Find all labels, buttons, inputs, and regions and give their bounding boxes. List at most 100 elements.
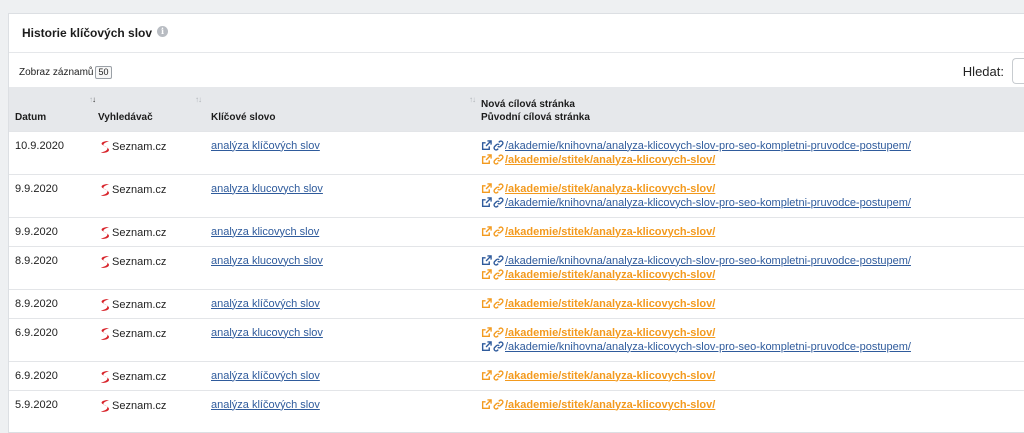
keyword-link[interactable]: analýza klíčových slov bbox=[211, 298, 320, 310]
page-length-label: Zobraz záznamů bbox=[19, 67, 94, 78]
column-header-original-target: Původní cílová stránka bbox=[481, 111, 590, 123]
engine-name: Seznam.cz bbox=[112, 183, 167, 196]
cell-keyword: analýza klíčových slov bbox=[211, 288, 481, 318]
external-link-icon[interactable] bbox=[481, 197, 492, 208]
target-url-link[interactable]: /akademie/knihovna/analyza-klicovych-slo… bbox=[505, 341, 911, 353]
cell-date: 5.9.2020 bbox=[9, 389, 98, 419]
cell-keyword: analýza klíčových slov bbox=[211, 389, 481, 419]
sort-icon[interactable]: ↑↓ bbox=[195, 95, 202, 104]
target-url-link[interactable]: /akademie/knihovna/analyza-klicovych-slo… bbox=[505, 197, 911, 209]
external-link-icon[interactable] bbox=[481, 327, 492, 338]
engine-name: Seznam.cz bbox=[112, 327, 167, 340]
new-target-url: /akademie/knihovna/analyza-klicovych-slo… bbox=[481, 254, 1024, 268]
link-icon[interactable] bbox=[493, 269, 504, 280]
target-url-link[interactable]: /akademie/stitek/analyza-klicovych-slov/ bbox=[505, 226, 715, 238]
target-url-link[interactable]: /akademie/stitek/analyza-klicovych-slov/ bbox=[505, 154, 715, 166]
cell-engine: Seznam.cz bbox=[98, 317, 211, 361]
external-link-icon[interactable] bbox=[481, 269, 492, 280]
keyword-link[interactable]: analýza klíčových slov bbox=[211, 370, 320, 382]
panel-header: Historie klíčových slov i bbox=[9, 14, 1024, 53]
keyword-link[interactable]: analyza klucovych slov bbox=[211, 327, 323, 339]
external-link-icon[interactable] bbox=[481, 399, 492, 410]
cell-keyword: analyza klicovych slov bbox=[211, 216, 481, 246]
cell-date: 9.9.2020 bbox=[9, 216, 98, 246]
external-link-icon[interactable] bbox=[481, 341, 492, 352]
link-icon[interactable] bbox=[493, 197, 504, 208]
keyword-history-panel: Historie klíčových slov i Zobraz záznamů… bbox=[8, 13, 1024, 433]
cell-engine: Seznam.cz bbox=[98, 288, 211, 318]
column-header-target[interactable]: Nová cílová stránka Původní cílová strán… bbox=[481, 87, 1024, 131]
seznam-logo-icon bbox=[100, 298, 110, 311]
target-url-link[interactable]: /akademie/knihovna/analyza-klicovych-slo… bbox=[505, 140, 911, 152]
cell-target-pages: /akademie/stitek/analyza-klicovych-slov/ bbox=[481, 360, 1024, 390]
keyword-link[interactable]: analýza klíčových slov bbox=[211, 399, 320, 411]
target-url-link[interactable]: /akademie/stitek/analyza-klicovych-slov/ bbox=[505, 269, 715, 281]
keyword-link[interactable]: analyza klucovych slov bbox=[211, 183, 323, 195]
table-row: 9.9.2020 Seznam.cz analyza klucovych slov /… bbox=[9, 173, 1024, 217]
table-row: 8.9.2020 Seznam.cz analyza klucovych slov /… bbox=[9, 245, 1024, 289]
external-link-icon[interactable] bbox=[481, 370, 492, 381]
cell-engine: Seznam.cz bbox=[98, 173, 211, 217]
keyword-link[interactable]: analyza klicovych slov bbox=[211, 226, 319, 238]
cell-date: 8.9.2020 bbox=[9, 288, 98, 318]
original-target-url: /akademie/stitek/analyza-klicovych-slov/ bbox=[481, 326, 1024, 340]
original-target-url: /akademie/stitek/analyza-klicovych-slov/ bbox=[481, 153, 1024, 167]
column-header-keyword[interactable]: ↑↓ Klíčové slovo bbox=[211, 87, 481, 131]
column-header-engine[interactable]: ↑↓ Vyhledávač bbox=[98, 87, 211, 131]
table-row: 6.9.2020 Seznam.cz analyza klucovych slov /… bbox=[9, 317, 1024, 361]
link-icon[interactable] bbox=[493, 226, 504, 237]
target-url-link[interactable]: /akademie/stitek/analyza-klicovych-slov/ bbox=[505, 399, 715, 411]
sort-icon[interactable]: ↑↓ bbox=[469, 95, 476, 104]
sort-icon[interactable]: ↑↓ bbox=[89, 95, 96, 104]
cell-target-pages: /akademie/stitek/analyza-klicovych-slov/… bbox=[481, 173, 1024, 217]
column-header-new-target: Nová cílová stránka bbox=[481, 98, 575, 110]
link-icon[interactable] bbox=[493, 154, 504, 165]
table-controls: Zobraz záznamů 50 Hledat: bbox=[9, 53, 1024, 87]
external-link-icon[interactable] bbox=[481, 226, 492, 237]
info-icon[interactable]: i bbox=[157, 25, 169, 37]
target-url-link[interactable]: /akademie/stitek/analyza-klicovych-slov/ bbox=[505, 327, 715, 339]
panel-title: Historie klíčových slov bbox=[22, 26, 153, 40]
keyword-link[interactable]: analýza klíčových slov bbox=[211, 140, 320, 152]
cell-engine: Seznam.cz bbox=[98, 360, 211, 390]
column-header-date[interactable]: ↑↓ Datum bbox=[9, 87, 98, 131]
target-url-link[interactable]: /akademie/stitek/analyza-klicovych-slov/ bbox=[505, 183, 715, 195]
external-link-icon[interactable] bbox=[481, 140, 492, 151]
external-link-icon[interactable] bbox=[481, 255, 492, 266]
seznam-logo-icon bbox=[100, 140, 110, 153]
link-icon[interactable] bbox=[493, 183, 504, 194]
external-link-icon[interactable] bbox=[481, 154, 492, 165]
engine-name: Seznam.cz bbox=[112, 255, 167, 268]
link-icon[interactable] bbox=[493, 370, 504, 381]
cell-engine: Seznam.cz bbox=[98, 389, 211, 419]
link-icon[interactable] bbox=[493, 327, 504, 338]
cell-keyword: analyza klucovych slov bbox=[211, 245, 481, 289]
external-link-icon[interactable] bbox=[481, 183, 492, 194]
new-target-url: /akademie/knihovna/analyza-klicovych-slo… bbox=[481, 139, 1024, 153]
cell-keyword: analyza klucovych slov bbox=[211, 173, 481, 217]
link-icon[interactable] bbox=[493, 399, 504, 410]
link-icon[interactable] bbox=[493, 140, 504, 151]
engine-name: Seznam.cz bbox=[112, 370, 167, 383]
search-input[interactable] bbox=[1012, 58, 1024, 84]
external-link-icon[interactable] bbox=[481, 298, 492, 309]
engine-name: Seznam.cz bbox=[112, 140, 167, 153]
target-url-link[interactable]: /akademie/knihovna/analyza-klicovych-slo… bbox=[505, 255, 911, 267]
link-icon[interactable] bbox=[493, 298, 504, 309]
table-body: 10.9.2020 Seznam.cz analýza klíčových slov… bbox=[9, 130, 1024, 419]
target-url-link[interactable]: /akademie/stitek/analyza-klicovych-slov/ bbox=[505, 370, 715, 382]
original-target-url: /akademie/stitek/analyza-klicovych-slov/ bbox=[481, 225, 1024, 239]
link-icon[interactable] bbox=[493, 341, 504, 352]
cell-keyword: analýza klíčových slov bbox=[211, 360, 481, 390]
cell-keyword: analýza klíčových slov bbox=[211, 130, 481, 174]
target-url-link[interactable]: /akademie/stitek/analyza-klicovych-slov/ bbox=[505, 298, 715, 310]
seznam-logo-icon bbox=[100, 255, 110, 268]
cell-date: 8.9.2020 bbox=[9, 245, 98, 289]
link-icon[interactable] bbox=[493, 255, 504, 266]
keyword-link[interactable]: analyza klucovych slov bbox=[211, 255, 323, 267]
cell-target-pages: /akademie/stitek/analyza-klicovych-slov/ bbox=[481, 288, 1024, 318]
engine-name: Seznam.cz bbox=[112, 399, 167, 412]
original-target-url: /akademie/stitek/analyza-klicovych-slov/ bbox=[481, 369, 1024, 383]
cell-target-pages: /akademie/knihovna/analyza-klicovych-slo… bbox=[481, 245, 1024, 289]
page-length-select[interactable]: 50 bbox=[95, 66, 112, 79]
